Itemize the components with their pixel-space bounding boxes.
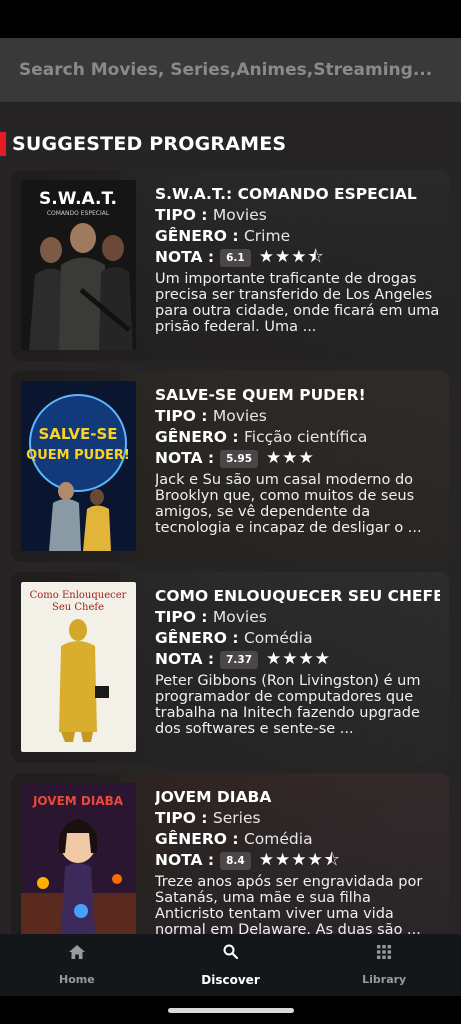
rating-stars: ★★★⯪ bbox=[258, 247, 325, 267]
rating-badge: 6.1 bbox=[220, 248, 251, 267]
svg-text:Seu Chefe: Seu Chefe bbox=[52, 602, 104, 613]
rating-stars: ★★★★⯪ bbox=[258, 850, 341, 870]
search-bar[interactable] bbox=[0, 38, 461, 102]
nav-library[interactable]: Library bbox=[307, 934, 461, 996]
program-description: Peter Gibbons (Ron Livingston) é um prog… bbox=[155, 673, 421, 737]
nav-discover-label: Discover bbox=[201, 972, 260, 987]
nav-home[interactable]: Home bbox=[0, 934, 154, 996]
program-card[interactable]: JOVEM DIABA JOVEM DIABA TIPO : Series GÊ… bbox=[11, 773, 449, 934]
poster-image: JOVEM DIABA bbox=[21, 783, 136, 934]
grid-icon bbox=[377, 944, 392, 959]
card-info: SALVE-SE QUEM PUDER! TIPO : Movies GÊNER… bbox=[155, 385, 440, 536]
rating-badge: 5.95 bbox=[220, 449, 259, 468]
gesture-bar bbox=[0, 996, 461, 1024]
section-accent-bar bbox=[0, 132, 6, 156]
program-type: TIPO : Movies bbox=[155, 407, 267, 425]
program-rating: NOTA : 7.37 ★★★★ bbox=[155, 649, 332, 669]
program-rating: NOTA : 8.4 ★★★★⯪ bbox=[155, 850, 341, 870]
poster-image: SALVE-SE QUEM PUDER! bbox=[21, 381, 136, 551]
svg-text:JOVEM DIABA: JOVEM DIABA bbox=[32, 794, 124, 808]
nav-discover[interactable]: Discover bbox=[154, 934, 308, 996]
program-genre: GÊNERO : Comédia bbox=[155, 830, 313, 848]
program-card[interactable]: SALVE-SE QUEM PUDER! SALVE-SE QUEM PUDER… bbox=[11, 371, 449, 562]
main-content[interactable]: SUGGESTED PROGRAMES S.W.A.T. COMANDO ESP… bbox=[0, 102, 461, 934]
poster-image: Como Enlouquecer Seu Chefe bbox=[21, 582, 136, 752]
program-description: Um importante traficante de drogas preci… bbox=[155, 271, 440, 335]
status-bar bbox=[0, 0, 461, 38]
poster-image: S.W.A.T. COMANDO ESPECIAL bbox=[21, 180, 136, 350]
program-title: COMO ENLOUQUECER SEU CHEFE bbox=[155, 587, 440, 605]
svg-text:Como Enlouquecer: Como Enlouquecer bbox=[30, 590, 127, 601]
svg-text:S.W.A.T.: S.W.A.T. bbox=[39, 189, 117, 209]
section-header: SUGGESTED PROGRAMES bbox=[0, 132, 286, 156]
program-genre: GÊNERO : Crime bbox=[155, 227, 291, 245]
program-type: TIPO : Series bbox=[155, 809, 261, 827]
svg-text:SALVE-SE: SALVE-SE bbox=[38, 425, 117, 443]
svg-text:QUEM PUDER!: QUEM PUDER! bbox=[26, 448, 130, 463]
rating-stars: ★★★★ bbox=[266, 649, 332, 669]
home-icon bbox=[68, 944, 85, 959]
search-input[interactable] bbox=[19, 60, 449, 80]
nav-home-label: Home bbox=[58, 972, 95, 986]
program-rating: NOTA : 6.1 ★★★⯪ bbox=[155, 247, 325, 267]
rating-badge: 7.37 bbox=[220, 650, 259, 669]
program-title: JOVEM DIABA bbox=[155, 788, 272, 806]
program-genre: GÊNERO : Ficção científica bbox=[155, 428, 368, 446]
section-title: SUGGESTED PROGRAMES bbox=[12, 133, 287, 155]
card-info: JOVEM DIABA TIPO : Series GÊNERO : Coméd… bbox=[155, 787, 440, 934]
program-rating: NOTA : 5.95 ★★★ bbox=[155, 448, 315, 468]
program-title: S.W.A.T.: COMANDO ESPECIAL bbox=[155, 185, 417, 203]
nav-library-label: Library bbox=[362, 972, 407, 986]
home-indicator[interactable] bbox=[168, 1008, 294, 1013]
program-card[interactable]: Como Enlouquecer Seu Chefe COMO ENLOUQUE… bbox=[11, 572, 449, 763]
program-description: Jack e Su são um casal moderno do Brookl… bbox=[155, 472, 422, 536]
program-type: TIPO : Movies bbox=[155, 206, 267, 224]
card-info: COMO ENLOUQUECER SEU CHEFE TIPO : Movies… bbox=[155, 586, 440, 737]
rating-stars: ★★★ bbox=[266, 448, 315, 468]
program-title: SALVE-SE QUEM PUDER! bbox=[155, 386, 366, 404]
card-info: S.W.A.T.: COMANDO ESPECIAL TIPO : Movies… bbox=[155, 184, 440, 335]
svg-text:COMANDO ESPECIAL: COMANDO ESPECIAL bbox=[47, 210, 110, 217]
program-description: Treze anos após ser engravidada por Sata… bbox=[155, 874, 423, 934]
program-card[interactable]: S.W.A.T. COMANDO ESPECIAL S.W.A.T.: COMA… bbox=[11, 170, 449, 361]
bottom-navigation: Home Discover Library bbox=[0, 934, 461, 996]
program-type: TIPO : Movies bbox=[155, 608, 267, 626]
program-genre: GÊNERO : Comédia bbox=[155, 629, 313, 647]
search-icon bbox=[223, 944, 238, 959]
rating-badge: 8.4 bbox=[220, 851, 251, 870]
